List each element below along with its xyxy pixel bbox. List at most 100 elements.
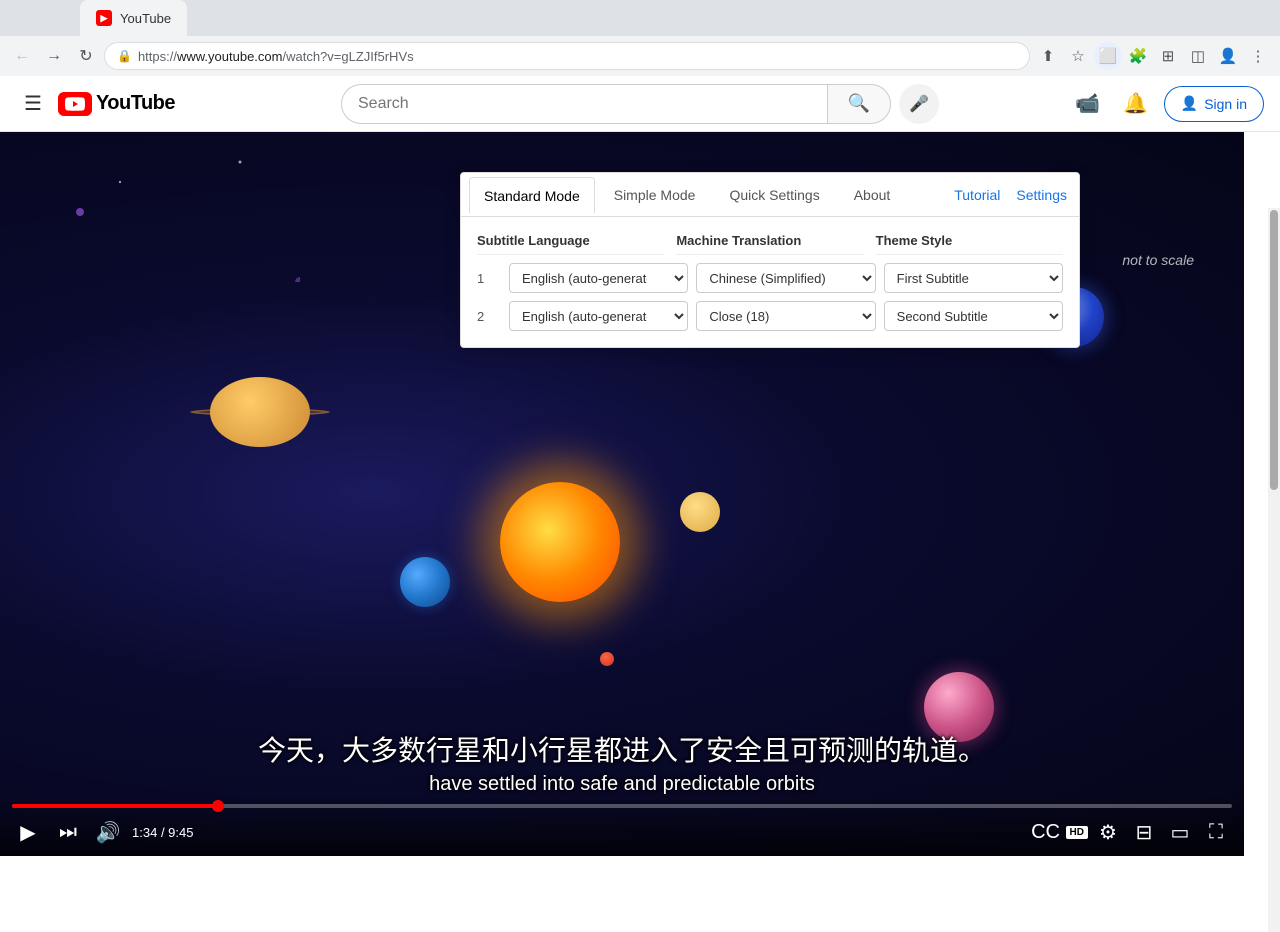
tab-about[interactable]: About <box>839 177 906 213</box>
red-asteroid <box>600 652 614 666</box>
row-1-theme-style-select[interactable]: First Subtitle Second Subtitle Classic <box>884 263 1063 293</box>
subtitle-english: have settled into safe and predictable o… <box>60 773 1184 796</box>
saturn-planet <box>210 377 310 447</box>
scrollbar-thumb[interactable] <box>1270 210 1278 490</box>
browser-tabs: ▶ YouTube <box>0 0 1280 36</box>
subtitle-chinese: 今天，大多数行星和小行星都进入了安全且可预测的轨道。 <box>60 729 1184 769</box>
extension-button[interactable]: ⬜ <box>1094 42 1122 70</box>
row-1-machine-translation-select[interactable]: Chinese (Simplified) English Japanese No… <box>696 263 875 293</box>
controls-row: ▶ ⏭ 🔊 1:34 / 9:45 CC HD ⚙ ⊟ ▭ ⛶ <box>12 816 1232 848</box>
video-controls: ▶ ⏭ 🔊 1:34 / 9:45 CC HD ⚙ ⊟ ▭ ⛶ <box>0 796 1244 856</box>
volume-button[interactable]: 🔊 <box>92 816 124 848</box>
saturn-body <box>210 377 310 447</box>
settings-button[interactable]: ⚙ <box>1092 816 1124 848</box>
popup-tabs: Standard Mode Simple Mode Quick Settings… <box>461 173 1079 217</box>
forward-button[interactable]: → <box>40 42 68 70</box>
puzzle-button[interactable]: 🧩 <box>1124 42 1152 70</box>
not-to-scale-label: not to scale <box>1122 252 1194 268</box>
sign-in-button[interactable]: 👤 Sign in <box>1164 86 1264 122</box>
row-2-num: 2 <box>477 309 501 324</box>
main-content: not to scale 今天，大多数行星和小行星都进入了安全且可预测的轨道。 … <box>0 132 1280 800</box>
duration: 9:45 <box>168 825 193 840</box>
split-button[interactable]: ◫ <box>1184 42 1212 70</box>
tutorial-link[interactable]: Tutorial <box>950 179 1004 211</box>
row-1-subtitle-language-select[interactable]: English (auto-generated) English Chinese… <box>509 263 688 293</box>
menu-button[interactable]: ⋮ <box>1244 42 1272 70</box>
play-button[interactable]: ▶ <box>12 816 44 848</box>
row-2-subtitle-language-select[interactable]: English (auto-generated) English Chinese… <box>509 301 688 331</box>
row-1-num: 1 <box>477 271 501 286</box>
tab-standard-mode[interactable]: Standard Mode <box>469 177 595 213</box>
progress-bar[interactable] <box>12 804 1232 808</box>
youtube-logo-text: YouTube <box>96 92 175 115</box>
sun <box>500 482 620 602</box>
tab-standard-label: Standard Mode <box>484 188 580 204</box>
subtitles-button[interactable]: CC <box>1030 816 1062 848</box>
active-tab[interactable]: ▶ YouTube <box>80 0 187 36</box>
browser-chrome: ▶ YouTube ← → ↻ 🔒 https://www.youtube.co… <box>0 0 1280 76</box>
tab-quick-settings[interactable]: Quick Settings <box>714 177 834 213</box>
address-bar[interactable]: 🔒 https://www.youtube.com/watch?v=gLZJIf… <box>104 42 1030 70</box>
url-domain: www.youtube.com <box>177 49 283 64</box>
url-prefix: https:// <box>138 49 177 64</box>
browser-toolbar: ← → ↻ 🔒 https://www.youtube.com/watch?v=… <box>0 36 1280 76</box>
next-button[interactable]: ⏭ <box>52 816 84 848</box>
tab-title: YouTube <box>120 11 171 26</box>
back-button[interactable]: ← <box>8 42 36 70</box>
toolbar-actions: ⬆ ☆ ⬜ 🧩 ⊞ ◫ 👤 ⋮ <box>1034 42 1272 70</box>
search-area: 🔍 🎤 <box>236 84 1044 124</box>
current-time: 1:34 <box>132 825 157 840</box>
search-input[interactable] <box>341 84 827 124</box>
mic-button[interactable]: 🎤 <box>899 84 939 124</box>
header-subtitle-language: Subtitle Language <box>477 233 664 255</box>
miniplayer-button[interactable]: ⊟ <box>1128 816 1160 848</box>
popup-body: Subtitle Language Machine Translation Th… <box>461 217 1079 347</box>
search-form: 🔍 <box>341 84 891 124</box>
row-2: 2 English (auto-generated) English Chine… <box>477 301 1063 331</box>
row-1: 1 English (auto-generated) English Chine… <box>477 263 1063 293</box>
fullscreen-button[interactable]: ⛶ <box>1200 816 1232 848</box>
right-actions: 📹 🔔 👤 Sign in <box>1044 84 1264 124</box>
sign-in-label: Sign in <box>1204 96 1247 112</box>
row-2-machine-translation-select[interactable]: Close (18) Chinese (Simplified) English … <box>696 301 875 331</box>
tab-about-label: About <box>854 187 891 203</box>
time-separator: / <box>161 825 168 840</box>
tab-simple-mode[interactable]: Simple Mode <box>599 177 711 213</box>
youtube-header: ☰ YouTube 🔍 🎤 📹 🔔 👤 Sign in <box>0 76 1280 132</box>
search-button[interactable]: 🔍 <box>827 84 891 124</box>
youtube-play-icon <box>65 97 85 111</box>
settings-link[interactable]: Settings <box>1012 179 1071 211</box>
url-text: https://www.youtube.com/watch?v=gLZJIf5r… <box>138 49 414 64</box>
subtitle-overlay: 今天，大多数行星和小行星都进入了安全且可预测的轨道。 have settled … <box>0 729 1244 796</box>
hd-badge: HD <box>1066 826 1088 839</box>
tab-simple-label: Simple Mode <box>614 187 696 203</box>
extension-popup: Standard Mode Simple Mode Quick Settings… <box>460 172 1080 348</box>
popup-tab-right: Tutorial Settings <box>950 179 1071 211</box>
lock-icon: 🔒 <box>117 49 132 63</box>
scrollbar[interactable] <box>1268 208 1280 932</box>
row-2-theme-style-select[interactable]: First Subtitle Second Subtitle Classic <box>884 301 1063 331</box>
video-create-button[interactable]: 📹 <box>1068 84 1108 124</box>
url-path: /watch?v=gLZJIf5rHVs <box>282 49 413 64</box>
header-machine-translation: Machine Translation <box>676 233 863 255</box>
earth-planet <box>400 557 450 607</box>
tab-quick-label: Quick Settings <box>729 187 819 203</box>
popup-grid: Subtitle Language Machine Translation Th… <box>477 233 1063 255</box>
reload-button[interactable]: ↻ <box>72 42 100 70</box>
tab-favicon: ▶ <box>96 10 112 26</box>
bookmark-button[interactable]: ☆ <box>1064 42 1092 70</box>
sign-in-icon: 👤 <box>1181 95 1198 112</box>
hamburger-button[interactable]: ☰ <box>16 83 50 124</box>
time-display: 1:34 / 9:45 <box>132 825 193 840</box>
account-button[interactable]: 👤 <box>1214 42 1242 70</box>
header-theme-style: Theme Style <box>876 233 1063 255</box>
purple-particles <box>0 132 300 282</box>
profile-button[interactable]: ⊞ <box>1154 42 1182 70</box>
controls-right: CC HD ⚙ ⊟ ▭ ⛶ <box>1030 816 1232 848</box>
theater-button[interactable]: ▭ <box>1164 816 1196 848</box>
notifications-button[interactable]: 🔔 <box>1116 84 1156 124</box>
youtube-logo[interactable]: YouTube <box>58 92 175 116</box>
logo-area: ☰ YouTube <box>16 83 236 124</box>
youtube-logo-icon <box>58 92 92 116</box>
share-button[interactable]: ⬆ <box>1034 42 1062 70</box>
